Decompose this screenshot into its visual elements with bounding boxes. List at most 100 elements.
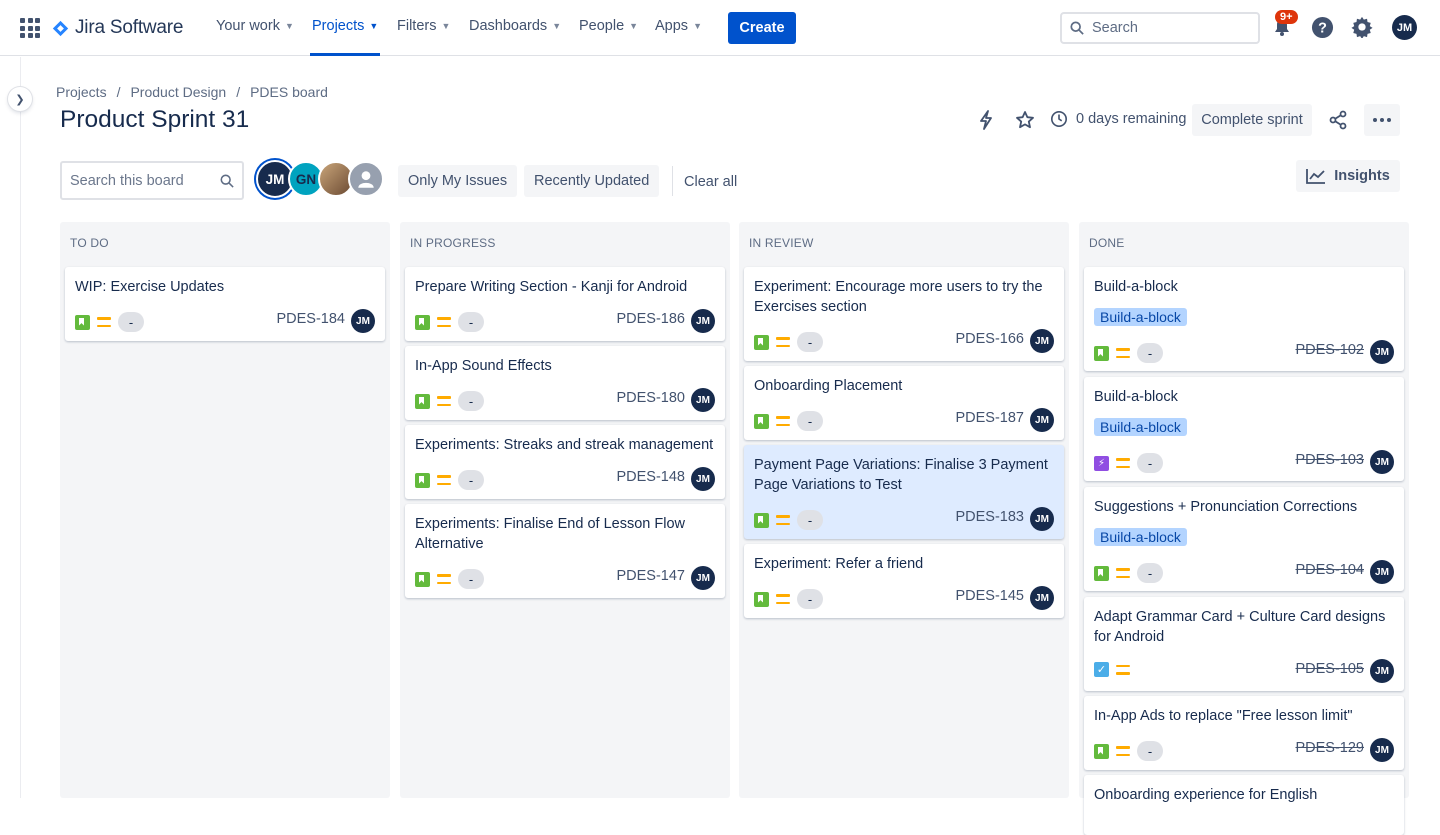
issue-card[interactable]: Suggestions + Pronunciation Corrections B… <box>1084 487 1404 591</box>
issue-key[interactable]: PDES-129 <box>1295 740 1364 756</box>
issue-card[interactable]: In-App Ads to replace "Free lesson limit… <box>1084 696 1404 770</box>
epic-label[interactable]: Build-a-block <box>1094 528 1187 546</box>
assignee-avatar[interactable]: JM <box>1030 408 1054 432</box>
issue-card[interactable]: Build-a-block Build-a-block ⚡ - PDES-103 JM <box>1084 377 1404 481</box>
chart-line-icon <box>1306 169 1326 184</box>
epic-label[interactable]: Build-a-block <box>1094 418 1187 436</box>
breadcrumb-board[interactable]: PDES board <box>250 84 328 100</box>
issue-key[interactable]: PDES-104 <box>1295 562 1364 578</box>
issue-card[interactable]: Prepare Writing Section - Kanji for Andr… <box>405 267 725 341</box>
breadcrumb-product-design[interactable]: Product Design <box>130 84 226 100</box>
share-icon[interactable] <box>1326 108 1350 132</box>
issue-card[interactable]: Onboarding Placement - PDES-187 JM <box>744 366 1064 440</box>
issue-key[interactable]: PDES-166 <box>955 331 1024 347</box>
story-points-badge: - <box>118 312 144 332</box>
issue-key[interactable]: PDES-184 <box>276 311 345 327</box>
story-type-icon <box>754 512 769 528</box>
issue-card[interactable]: Experiment: Encourage more users to try … <box>744 267 1064 361</box>
issue-key[interactable]: PDES-102 <box>1295 342 1364 358</box>
issue-key[interactable]: PDES-186 <box>616 311 685 327</box>
nav-your-work[interactable]: Your work ▼ <box>216 18 294 34</box>
nav-label: Filters <box>397 18 437 34</box>
story-points-badge: - <box>1137 453 1163 473</box>
issue-key[interactable]: PDES-183 <box>955 509 1024 525</box>
board-search-input[interactable]: Search this board <box>60 161 244 200</box>
assignee-avatar[interactable]: JM <box>1370 659 1394 683</box>
complete-sprint-button[interactable]: Complete sprint <box>1192 104 1312 136</box>
issue-card[interactable]: Experiments: Finalise End of Lesson Flow… <box>405 504 725 598</box>
expand-sidebar-chevron-icon[interactable]: ❯ <box>8 87 32 111</box>
story-type-icon <box>415 472 430 488</box>
automation-lightning-icon[interactable] <box>974 108 998 132</box>
nav-people[interactable]: People ▼ <box>579 18 638 34</box>
assignee-avatar[interactable]: JM <box>1030 507 1054 531</box>
story-points-badge: - <box>1137 343 1163 363</box>
issue-meta: - <box>415 312 484 332</box>
help-icon[interactable]: ? <box>1310 15 1334 39</box>
issue-card[interactable]: In-App Sound Effects - PDES-180 JM <box>405 346 725 420</box>
issue-title: Experiment: Encourage more users to try … <box>754 279 1043 315</box>
epic-label[interactable]: Build-a-block <box>1094 308 1187 326</box>
issue-card[interactable]: Payment Page Variations: Finalise 3 Paym… <box>744 445 1064 539</box>
assignee-avatar[interactable]: JM <box>1370 340 1394 364</box>
assignee-avatar[interactable]: JM <box>1370 560 1394 584</box>
nav-projects[interactable]: Projects ▼ <box>312 18 378 34</box>
clear-all-filters[interactable]: Clear all <box>684 174 737 190</box>
issue-card[interactable]: Experiments: Streaks and streak manageme… <box>405 425 725 499</box>
assignee-avatar[interactable]: JM <box>351 309 375 333</box>
settings-gear-icon[interactable] <box>1350 15 1374 39</box>
issue-key[interactable]: PDES-180 <box>616 390 685 406</box>
nav-label: Your work <box>216 18 280 34</box>
collapsed-sidebar <box>0 57 21 798</box>
nav-apps[interactable]: Apps ▼ <box>655 18 702 34</box>
create-button[interactable]: Create <box>728 12 796 44</box>
avatar-filter-unassigned[interactable] <box>348 161 384 197</box>
board-column: TO DO WIP: Exercise Updates - PDES-184 JM <box>60 222 390 798</box>
only-my-issues-filter[interactable]: Only My Issues <box>398 165 518 197</box>
issue-key[interactable]: PDES-145 <box>955 588 1024 604</box>
assignee-avatar[interactable]: JM <box>691 566 715 590</box>
jira-diamond-icon <box>52 20 69 36</box>
issue-meta: - <box>754 589 823 609</box>
priority-medium-icon <box>1116 348 1130 358</box>
issue-card[interactable]: Build-a-block Build-a-block - PDES-102 JM <box>1084 267 1404 371</box>
issue-key[interactable]: PDES-187 <box>955 410 1024 426</box>
story-type-icon <box>1094 345 1109 361</box>
board-search-placeholder: Search this board <box>70 172 184 189</box>
issue-key[interactable]: PDES-148 <box>616 469 685 485</box>
story-points-badge: - <box>458 312 484 332</box>
issue-title: Experiment: Refer a friend <box>754 556 924 572</box>
issue-card[interactable]: WIP: Exercise Updates - PDES-184 JM <box>65 267 385 341</box>
story-points-badge: - <box>458 391 484 411</box>
story-type-icon <box>415 314 430 330</box>
issue-key[interactable]: PDES-103 <box>1295 452 1364 468</box>
assignee-avatar[interactable]: JM <box>691 309 715 333</box>
story-type-icon <box>1094 565 1109 581</box>
nav-filters[interactable]: Filters ▼ <box>397 18 450 34</box>
search-icon <box>1070 21 1084 35</box>
issue-key[interactable]: PDES-147 <box>616 568 685 584</box>
assignee-avatar[interactable]: JM <box>691 388 715 412</box>
issue-key[interactable]: PDES-105 <box>1295 661 1364 677</box>
assignee-avatar[interactable]: JM <box>1030 586 1054 610</box>
assignee-avatar[interactable]: JM <box>1030 329 1054 353</box>
assignee-avatar[interactable]: JM <box>1370 738 1394 762</box>
issue-card[interactable]: Experiment: Refer a friend - PDES-145 JM <box>744 544 1064 618</box>
more-actions-ellipsis-icon[interactable] <box>1364 104 1400 136</box>
nav-dashboards[interactable]: Dashboards ▼ <box>469 18 561 34</box>
priority-medium-icon <box>437 475 451 485</box>
issue-card[interactable]: Adapt Grammar Card + Culture Card design… <box>1084 597 1404 691</box>
user-avatar[interactable]: JM <box>1392 15 1417 40</box>
issue-card[interactable]: Onboarding experience for English <box>1084 775 1404 835</box>
app-switcher-icon[interactable] <box>20 18 40 38</box>
issue-meta: - <box>75 312 144 332</box>
breadcrumb-projects[interactable]: Projects <box>56 84 107 100</box>
global-search-input[interactable]: Search <box>1060 12 1260 44</box>
star-icon[interactable] <box>1013 108 1037 132</box>
assignee-avatar[interactable]: JM <box>691 467 715 491</box>
insights-button[interactable]: Insights <box>1296 160 1400 192</box>
recently-updated-filter[interactable]: Recently Updated <box>524 165 660 197</box>
jira-logo[interactable]: Jira Software <box>52 16 183 40</box>
priority-medium-icon <box>776 416 790 426</box>
assignee-avatar[interactable]: JM <box>1370 450 1394 474</box>
